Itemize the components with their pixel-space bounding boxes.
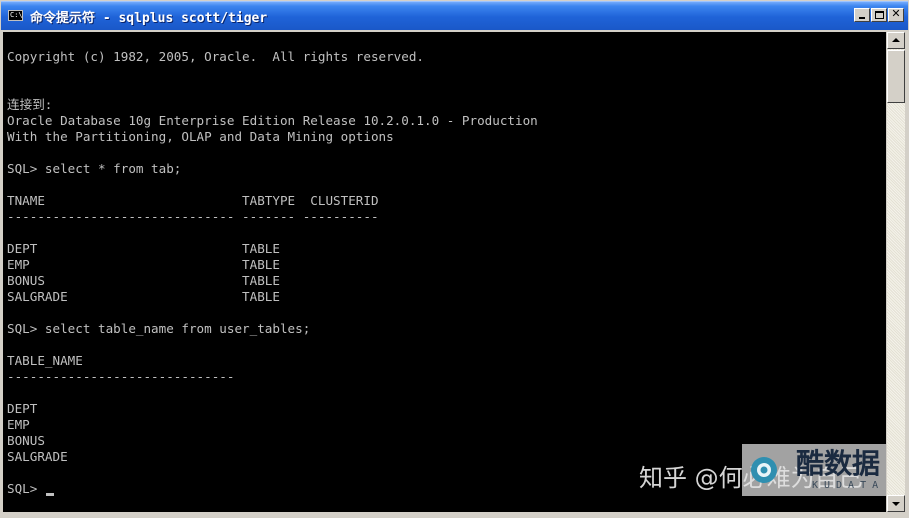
console-output[interactable]: Copyright (c) 1982, 2005, Oracle. All ri… — [3, 32, 886, 512]
console-line: Oracle Database 10g Enterprise Edition R… — [7, 113, 538, 128]
close-button[interactable]: ✕ — [888, 7, 904, 22]
console-line: BONUS — [7, 433, 45, 448]
console-line: 连接到: — [7, 97, 53, 112]
console-line: SQL> select table_name from user_tables; — [7, 321, 311, 336]
console-line: ------------------------------ — [7, 369, 235, 384]
scroll-down-arrow-icon — [892, 502, 900, 506]
console-line: SQL> — [7, 481, 54, 497]
vertical-scrollbar[interactable] — [887, 32, 905, 512]
console-line: SALGRADE — [7, 449, 68, 464]
kudata-logo-icon — [751, 457, 777, 483]
console-line: SALGRADE TABLE — [7, 289, 280, 304]
console-line: BONUS TABLE — [7, 273, 280, 288]
minimize-button[interactable] — [854, 8, 870, 22]
console-line: EMP TABLE — [7, 257, 280, 272]
scroll-down-button[interactable] — [887, 495, 905, 512]
console-window-icon[interactable]: C:\ — [8, 10, 23, 21]
console-line: Copyright (c) 1982, 2005, Oracle. All ri… — [7, 49, 425, 64]
minimize-icon — [859, 17, 865, 19]
kudata-logo: 酷数据 KUDATA — [742, 444, 886, 496]
window-title: 命令提示符 - sqlplus scott/tiger — [30, 11, 268, 26]
maximize-button[interactable] — [871, 8, 887, 22]
title-bar[interactable]: C:\ 命令提示符 - sqlplus scott/tiger ✕ — [1, 1, 908, 30]
console-line: DEPT — [7, 401, 38, 416]
console-line: EMP — [7, 417, 30, 432]
maximize-icon — [875, 11, 884, 19]
console-line: With the Partitioning, OLAP and Data Min… — [7, 129, 394, 144]
kudata-brand: 酷数据 — [796, 447, 881, 480]
console-line: ------------------------------ ------- -… — [7, 209, 379, 224]
text-cursor — [45, 493, 54, 496]
scroll-up-arrow-icon — [892, 38, 900, 42]
console-line: SQL> select * from tab; — [7, 161, 182, 176]
console-line: DEPT TABLE — [7, 241, 280, 256]
scroll-thumb[interactable] — [887, 50, 905, 103]
scroll-up-button[interactable] — [887, 32, 905, 49]
close-icon: ✕ — [891, 7, 901, 20]
console-line: TNAME TABTYPE CLUSTERID — [7, 193, 379, 208]
kudata-brand-sub: KUDATA — [812, 480, 885, 491]
console-window: C:\ 命令提示符 - sqlplus scott/tiger ✕ Copyri… — [0, 0, 909, 518]
console-line: TABLE_NAME — [7, 353, 83, 368]
